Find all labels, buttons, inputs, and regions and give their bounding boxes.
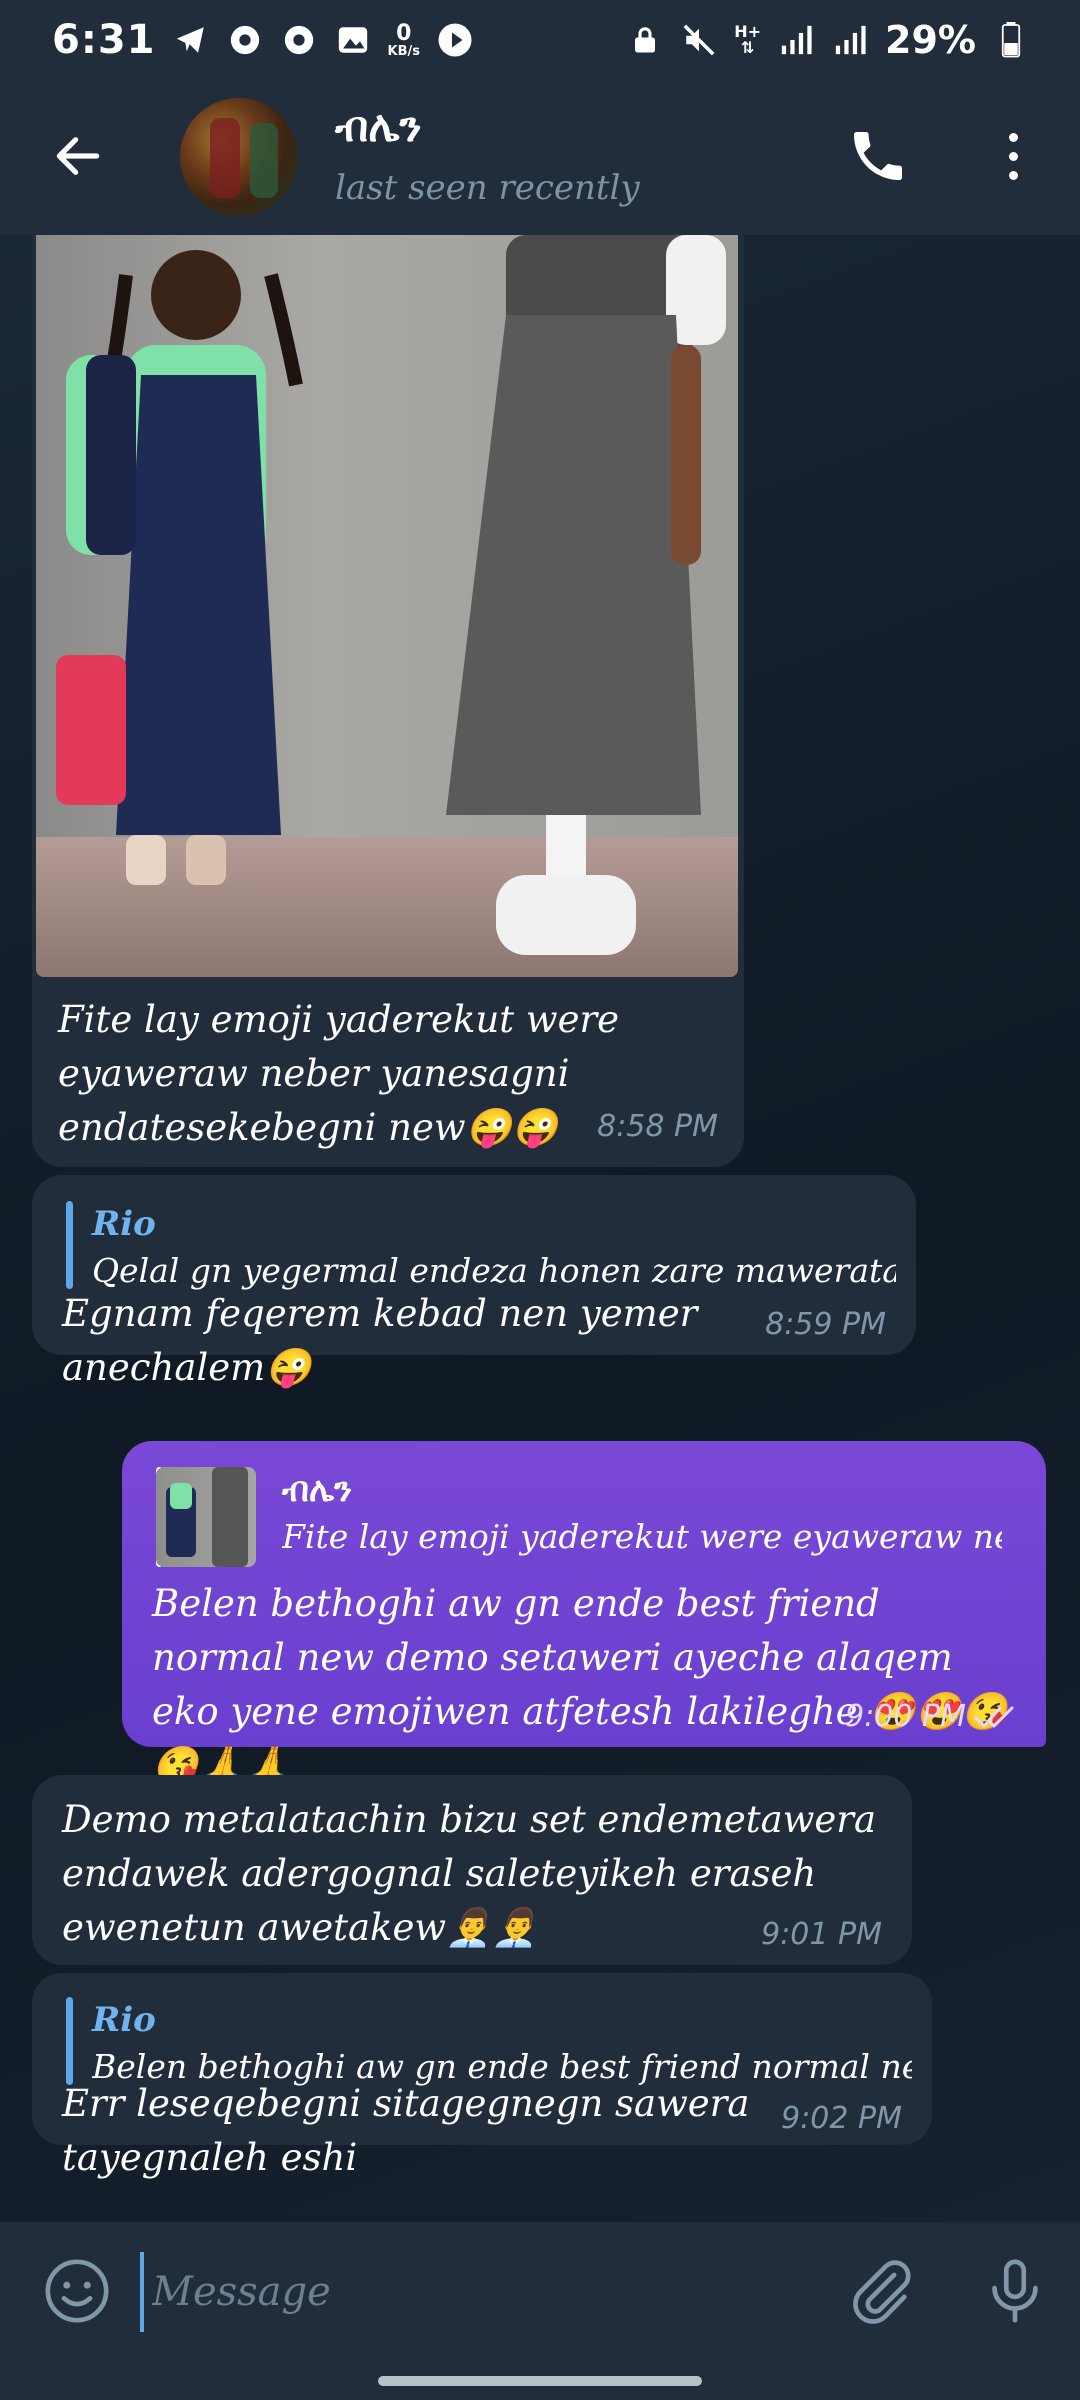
message-text: Demo metalatachin bizu set endemetawera … bbox=[62, 1798, 877, 1949]
paperclip-icon bbox=[853, 2260, 911, 2324]
message-time: 8:59 PM bbox=[765, 1307, 886, 1342]
message-time: 9:00 PM bbox=[845, 1699, 1020, 1734]
message-composer bbox=[0, 2222, 1080, 2362]
gallery-icon bbox=[334, 21, 372, 59]
message-time-label: 9:00 PM bbox=[845, 1699, 966, 1734]
attach-button[interactable] bbox=[846, 2256, 916, 2326]
speed-unit: KB/s bbox=[387, 43, 420, 59]
reply-author: Rio bbox=[92, 2000, 156, 2040]
reply-text: Fite lay emoji yaderekut were eyaweraw n… bbox=[282, 1517, 1002, 1556]
reply-quote[interactable]: ብሌን Fite lay emoji yaderekut were eyawer… bbox=[156, 1467, 1016, 1573]
message-text: Belen bethoghi aw gn ende best friend no… bbox=[152, 1582, 1008, 1787]
double-check-icon bbox=[974, 1706, 1014, 1727]
contact-status: last seen recently bbox=[335, 168, 640, 208]
speed-indicator: 0 KB/s bbox=[387, 20, 420, 59]
avatar[interactable] bbox=[180, 98, 298, 216]
call-button[interactable] bbox=[846, 124, 910, 188]
reply-thumbnail bbox=[156, 1467, 256, 1567]
status-time: 6:31 bbox=[52, 17, 156, 63]
status-bar-right: H+ ⇅ 29% bbox=[626, 18, 1030, 62]
photo-teen-figure bbox=[446, 235, 726, 955]
message-bubble-incoming[interactable]: Rio Belen bethoghi aw gn ende best frien… bbox=[32, 1973, 932, 2179]
photo-child-figure bbox=[56, 250, 303, 885]
status-bar: 6:31 0 KB/s H+ ⇅ 29% bbox=[0, 0, 1080, 80]
more-dot-icon bbox=[1008, 170, 1018, 180]
reply-quote[interactable]: Rio Qelal gn yegermal endeza honen zare … bbox=[66, 1201, 896, 1295]
voice-message-button[interactable] bbox=[980, 2256, 1050, 2326]
reply-author: ብሌን bbox=[282, 1470, 353, 1510]
more-options-button[interactable] bbox=[988, 124, 1038, 188]
message-bubble-outgoing[interactable]: ብሌን Fite lay emoji yaderekut were eyawer… bbox=[122, 1441, 1046, 1787]
status-bar-left: 6:31 0 KB/s bbox=[52, 17, 474, 63]
chrome-icon bbox=[280, 21, 318, 59]
mute-icon bbox=[680, 21, 718, 59]
message-time: 9:01 PM bbox=[761, 1917, 882, 1952]
chrome-icon bbox=[226, 21, 264, 59]
message-bubble-incoming[interactable]: Fite lay emoji yaderekut were eyaweraw n… bbox=[32, 235, 744, 1167]
system-nav-bar bbox=[0, 2362, 1080, 2400]
arrow-left-icon bbox=[56, 137, 100, 175]
message-input[interactable] bbox=[140, 2252, 800, 2332]
play-icon bbox=[436, 21, 474, 59]
message-time: 9:02 PM bbox=[781, 2101, 902, 2136]
message-text: Err leseqebegni sitagegnegn sawera tayeg… bbox=[62, 2082, 750, 2179]
speed-value: 0 bbox=[396, 20, 412, 46]
smiley-icon bbox=[45, 2259, 109, 2323]
network-type: H+ ⇅ bbox=[734, 22, 762, 57]
back-button[interactable] bbox=[46, 124, 110, 188]
chat-header: ብሌን last seen recently bbox=[0, 80, 1080, 235]
battery-icon bbox=[992, 21, 1030, 59]
phone-icon bbox=[854, 132, 902, 180]
lock-icon bbox=[626, 21, 664, 59]
battery-percent: 29% bbox=[885, 18, 976, 62]
reply-author: Rio bbox=[92, 1204, 156, 1244]
message-photo[interactable] bbox=[36, 235, 738, 977]
signal-icon bbox=[777, 21, 815, 59]
home-gesture-handle[interactable] bbox=[378, 2376, 702, 2386]
message-bubble-incoming[interactable]: Demo metalatachin bizu set endemetawera … bbox=[32, 1775, 912, 1965]
emoji-button[interactable] bbox=[42, 2256, 112, 2326]
signal-icon bbox=[831, 21, 869, 59]
microphone-icon bbox=[992, 2259, 1038, 2323]
telegram-icon bbox=[172, 21, 210, 59]
more-dot-icon bbox=[1008, 151, 1018, 161]
contact-name[interactable]: ብሌን bbox=[335, 102, 422, 152]
chat-area[interactable]: Fite lay emoji yaderekut were eyaweraw n… bbox=[0, 235, 1080, 2235]
message-text: Egnam feqerem kebad nen yemer anechalem😜 bbox=[62, 1292, 698, 1389]
more-dot-icon bbox=[1008, 132, 1018, 142]
message-bubble-incoming[interactable]: Rio Qelal gn yegermal endeza honen zare … bbox=[32, 1175, 916, 1389]
message-time: 8:58 PM bbox=[597, 1109, 718, 1144]
